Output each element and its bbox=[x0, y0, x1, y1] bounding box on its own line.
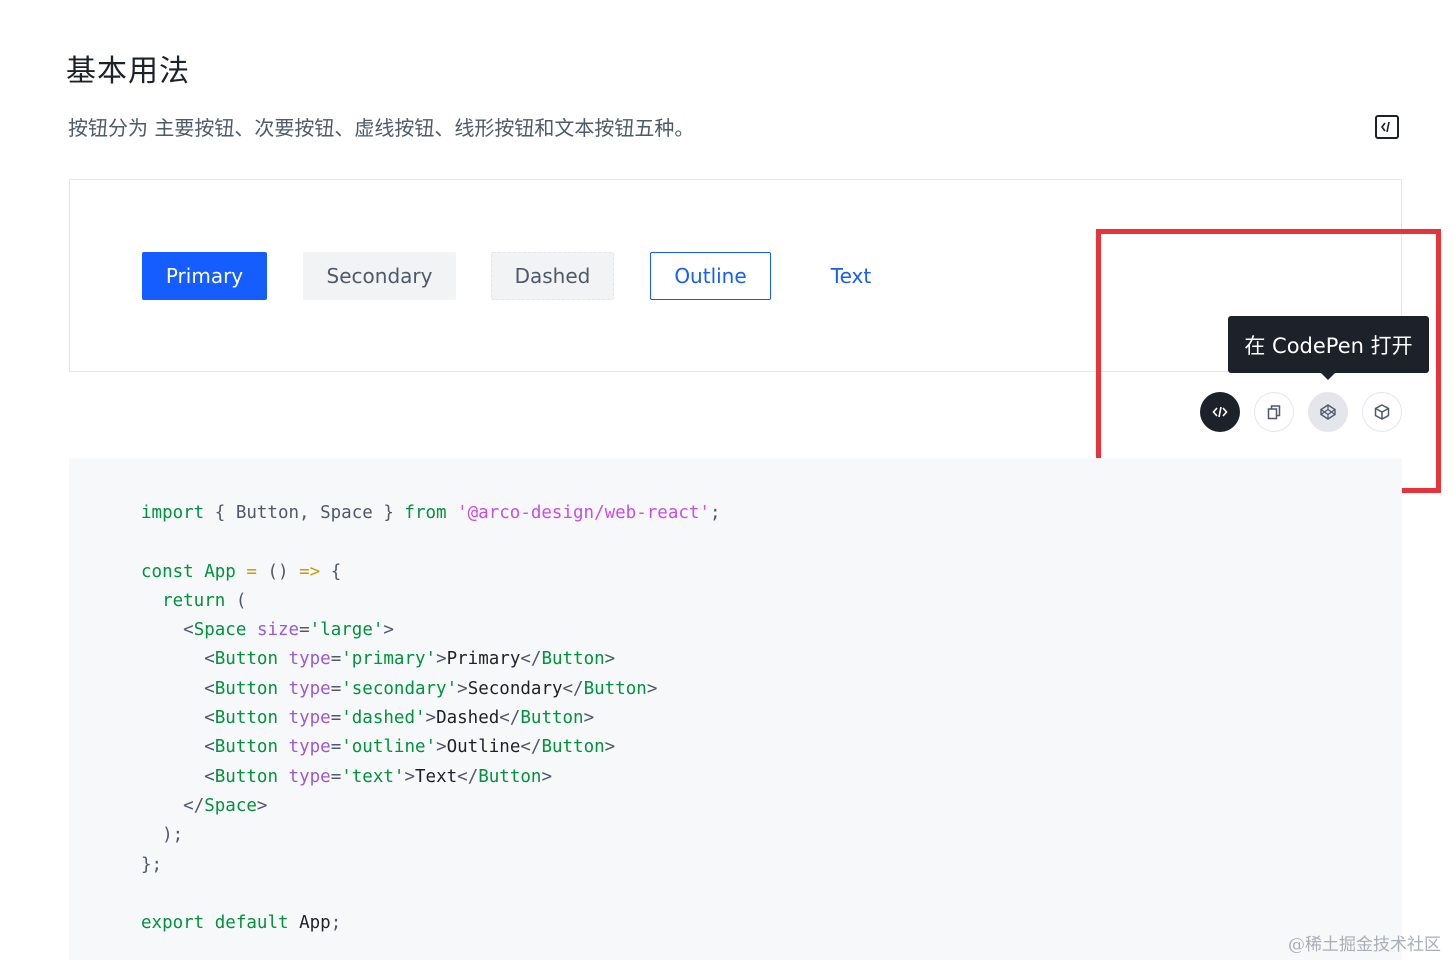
copy-code-button[interactable] bbox=[1254, 392, 1294, 432]
open-codepen-button[interactable] bbox=[1308, 392, 1348, 432]
expand-code-icon[interactable] bbox=[1375, 115, 1399, 139]
codesandbox-icon bbox=[1374, 404, 1390, 420]
copy-icon bbox=[1267, 405, 1281, 420]
code-bracket-icon bbox=[1381, 121, 1390, 133]
code-icon bbox=[1212, 406, 1228, 418]
secondary-button[interactable]: Secondary bbox=[303, 252, 456, 300]
open-codesandbox-button[interactable] bbox=[1362, 392, 1402, 432]
section-description: 按钮分为 主要按钮、次要按钮、虚线按钮、线形按钮和文本按钮五种。 bbox=[68, 116, 695, 140]
codepen-icon bbox=[1320, 404, 1336, 420]
section-title: 基本用法 bbox=[66, 54, 190, 89]
dashed-button[interactable]: Dashed bbox=[491, 252, 614, 300]
codepen-tooltip: 在 CodePen 打开 bbox=[1228, 316, 1429, 373]
primary-button[interactable]: Primary bbox=[142, 252, 267, 300]
outline-button[interactable]: Outline bbox=[650, 252, 771, 300]
code-snippet: import { Button, Space } from '@arco-des… bbox=[141, 503, 721, 934]
tooltip-arrow bbox=[1320, 372, 1336, 380]
show-code-button[interactable] bbox=[1200, 392, 1240, 432]
text-button[interactable]: Text bbox=[812, 252, 890, 300]
watermark: @稀土掘金技术社区 bbox=[1288, 935, 1441, 955]
